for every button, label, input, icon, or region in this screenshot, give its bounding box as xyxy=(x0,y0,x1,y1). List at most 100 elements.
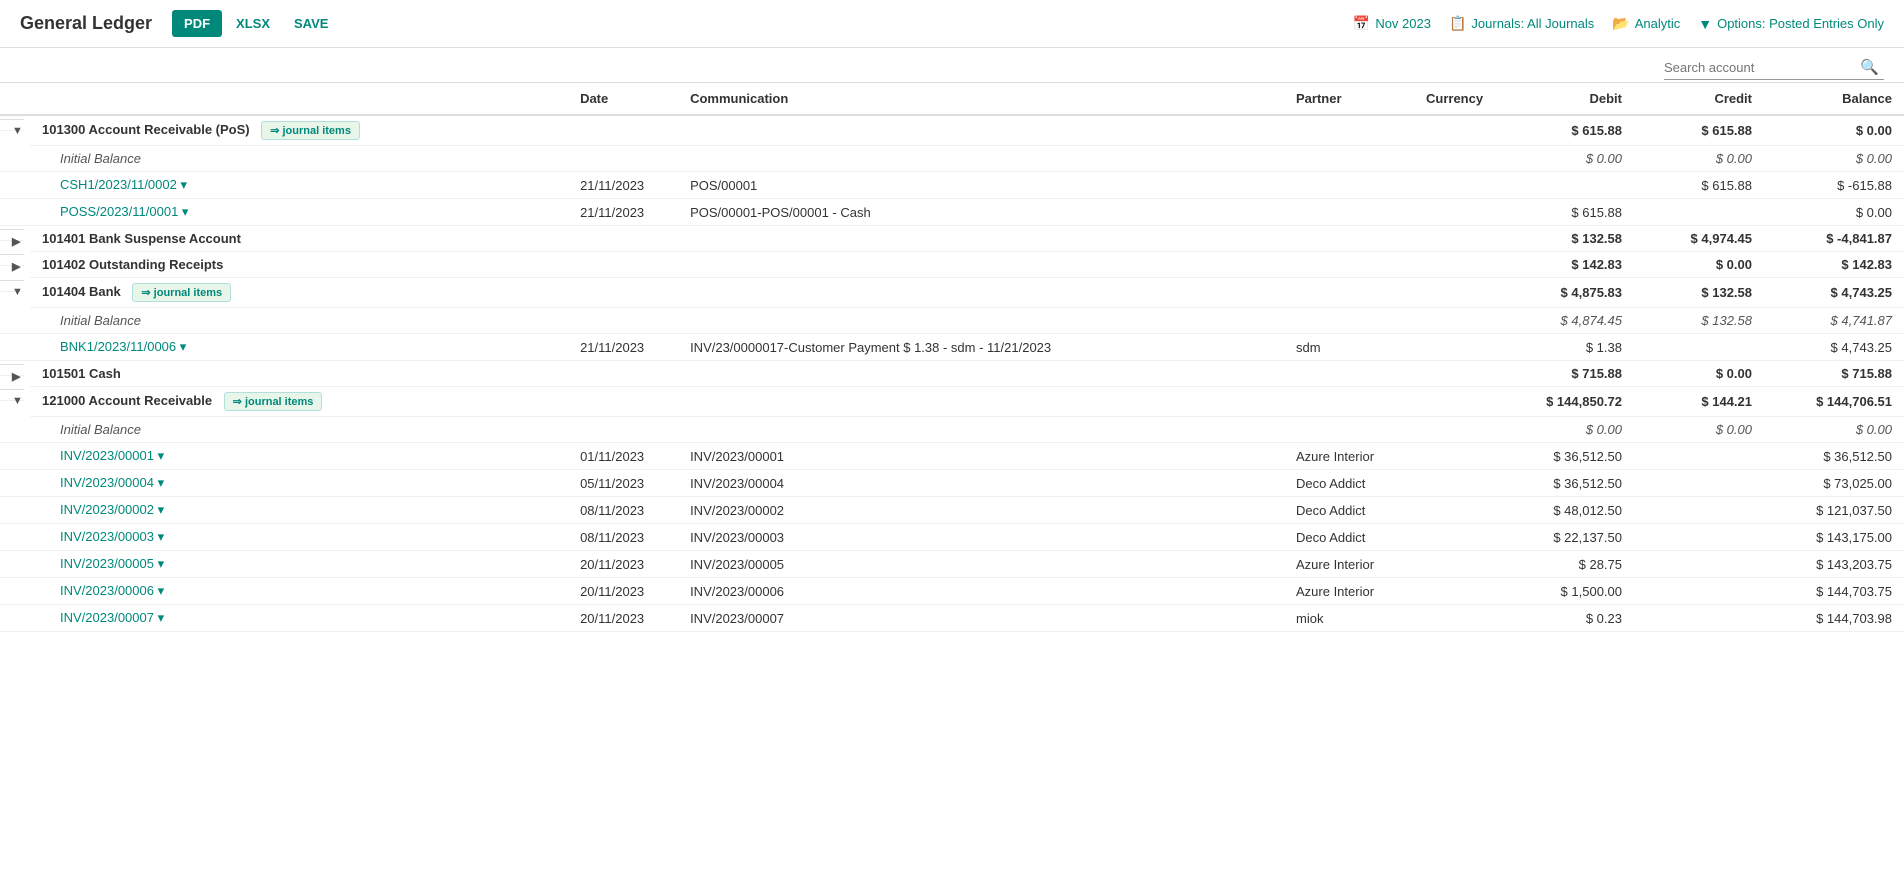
entry-link[interactable]: INV/2023/00003 ▾ xyxy=(60,529,164,544)
ledger-table: Date Communication Partner Currency Debi… xyxy=(0,82,1904,632)
col-debit-header: Debit xyxy=(1504,83,1634,116)
account-row: ▼ 101404 Bank ⇒ journal items $ 4,875.83… xyxy=(0,278,1904,308)
account-date xyxy=(568,226,678,252)
filter-journals-label: Journals: All Journals xyxy=(1471,16,1594,31)
expand-icon[interactable]: ▶ xyxy=(0,254,24,266)
row-debit: $ 1,500.00 xyxy=(1504,578,1634,605)
row-entry-link[interactable]: POSS/2023/11/0001 ▾ xyxy=(30,199,568,226)
row-date: 21/11/2023 xyxy=(568,334,678,361)
account-date xyxy=(568,252,678,278)
row-credit xyxy=(1634,578,1764,605)
table-row: CSH1/2023/11/0002 ▾ 21/11/2023POS/00001$… xyxy=(0,172,1904,199)
expand-icon[interactable]: ▼ xyxy=(0,389,24,401)
filter-journals[interactable]: 📋 Journals: All Journals xyxy=(1449,15,1594,32)
account-balance: $ 715.88 xyxy=(1764,361,1904,387)
table-row: INV/2023/00003 ▾ 08/11/2023INV/2023/0000… xyxy=(0,524,1904,551)
account-currency xyxy=(1414,278,1504,308)
row-currency xyxy=(1414,551,1504,578)
row-partner: Azure Interior xyxy=(1284,443,1414,470)
journal-items-btn[interactable]: ⇒ journal items xyxy=(261,121,360,140)
row-partner: Azure Interior xyxy=(1284,551,1414,578)
filter-options-label: Options: Posted Entries Only xyxy=(1717,16,1884,31)
col-credit-header: Credit xyxy=(1634,83,1764,116)
account-name: 101402 Outstanding Receipts xyxy=(30,252,568,278)
entry-link[interactable]: INV/2023/00005 ▾ xyxy=(60,556,164,571)
xlsx-button[interactable]: XLSX xyxy=(226,10,280,37)
search-input[interactable] xyxy=(1664,60,1854,75)
row-balance: $ 0.00 xyxy=(1764,199,1904,226)
row-currency xyxy=(1414,308,1504,334)
filter-date[interactable]: 📅 Nov 2023 xyxy=(1353,15,1431,32)
journal-items-btn[interactable]: ⇒ journal items xyxy=(132,283,231,302)
entry-link[interactable]: INV/2023/00004 ▾ xyxy=(60,475,164,490)
row-entry-link[interactable]: INV/2023/00001 ▾ xyxy=(30,443,568,470)
row-entry-link[interactable]: INV/2023/00007 ▾ xyxy=(30,605,568,632)
expand-placeholder xyxy=(0,334,30,361)
row-currency xyxy=(1414,443,1504,470)
row-date: 20/11/2023 xyxy=(568,551,678,578)
expand-placeholder xyxy=(0,578,30,605)
save-button[interactable]: SAVE xyxy=(284,10,338,37)
account-debit: $ 615.88 xyxy=(1504,115,1634,146)
row-debit: $ 1.38 xyxy=(1504,334,1634,361)
row-communication: INV/2023/00006 xyxy=(678,578,1284,605)
col-expand-header xyxy=(0,83,30,116)
expand-icon[interactable]: ▶ xyxy=(0,229,24,241)
row-entry-link[interactable]: CSH1/2023/11/0002 ▾ xyxy=(30,172,568,199)
row-date: 21/11/2023 xyxy=(568,199,678,226)
row-debit xyxy=(1504,172,1634,199)
row-partner: miok xyxy=(1284,605,1414,632)
table-row: BNK1/2023/11/0006 ▾ 21/11/2023INV/23/000… xyxy=(0,334,1904,361)
entry-link[interactable]: CSH1/2023/11/0002 ▾ xyxy=(60,177,187,192)
page-title: General Ledger xyxy=(20,13,152,34)
table-row: INV/2023/00002 ▾ 08/11/2023INV/2023/0000… xyxy=(0,497,1904,524)
row-credit xyxy=(1634,334,1764,361)
account-credit: $ 0.00 xyxy=(1634,361,1764,387)
expand-icon[interactable]: ▼ xyxy=(0,119,24,131)
row-balance: $ 143,203.75 xyxy=(1764,551,1904,578)
expand-icon[interactable]: ▼ xyxy=(0,280,24,292)
pdf-button[interactable]: PDF xyxy=(172,10,222,37)
entry-link[interactable]: POSS/2023/11/0001 ▾ xyxy=(60,204,188,219)
row-communication xyxy=(678,146,1284,172)
row-date: 08/11/2023 xyxy=(568,497,678,524)
row-currency xyxy=(1414,146,1504,172)
account-name: 121000 Account Receivable ⇒ journal item… xyxy=(30,387,568,417)
account-comm xyxy=(678,226,1284,252)
row-debit: $ 28.75 xyxy=(1504,551,1634,578)
row-entry-link[interactable]: INV/2023/00002 ▾ xyxy=(30,497,568,524)
row-date: 08/11/2023 xyxy=(568,524,678,551)
search-icon-btn[interactable]: 🔍 xyxy=(1860,58,1879,76)
account-debit: $ 142.83 xyxy=(1504,252,1634,278)
row-entry-link[interactable]: INV/2023/00005 ▾ xyxy=(30,551,568,578)
row-currency xyxy=(1414,605,1504,632)
row-entry-link[interactable]: INV/2023/00003 ▾ xyxy=(30,524,568,551)
filter-analytic[interactable]: 📂 Analytic xyxy=(1612,15,1680,32)
row-communication: INV/2023/00003 xyxy=(678,524,1284,551)
row-partner: Deco Addict xyxy=(1284,470,1414,497)
account-partner xyxy=(1284,387,1414,417)
entry-link[interactable]: BNK1/2023/11/0006 ▾ xyxy=(60,339,186,354)
account-balance: $ 144,706.51 xyxy=(1764,387,1904,417)
row-entry-link[interactable]: BNK1/2023/11/0006 ▾ xyxy=(30,334,568,361)
filter-options[interactable]: ▼ Options: Posted Entries Only xyxy=(1698,16,1884,32)
journal-items-btn[interactable]: ⇒ journal items xyxy=(224,392,323,411)
account-balance: $ 4,743.25 xyxy=(1764,278,1904,308)
row-communication: INV/2023/00005 xyxy=(678,551,1284,578)
table-row: INV/2023/00005 ▾ 20/11/2023INV/2023/0000… xyxy=(0,551,1904,578)
table-row: INV/2023/00004 ▾ 05/11/2023INV/2023/0000… xyxy=(0,470,1904,497)
row-entry-link[interactable]: INV/2023/00006 ▾ xyxy=(30,578,568,605)
row-credit: $ 132.58 xyxy=(1634,308,1764,334)
row-date: 01/11/2023 xyxy=(568,443,678,470)
row-currency xyxy=(1414,172,1504,199)
row-partner xyxy=(1284,308,1414,334)
account-credit: $ 0.00 xyxy=(1634,252,1764,278)
expand-icon[interactable]: ▶ xyxy=(0,364,24,376)
entry-link[interactable]: INV/2023/00006 ▾ xyxy=(60,583,164,598)
expand-placeholder xyxy=(0,417,30,443)
row-entry-link[interactable]: INV/2023/00004 ▾ xyxy=(30,470,568,497)
row-date xyxy=(568,146,678,172)
entry-link[interactable]: INV/2023/00001 ▾ xyxy=(60,448,164,463)
entry-link[interactable]: INV/2023/00002 ▾ xyxy=(60,502,164,517)
entry-link[interactable]: INV/2023/00007 ▾ xyxy=(60,610,164,625)
